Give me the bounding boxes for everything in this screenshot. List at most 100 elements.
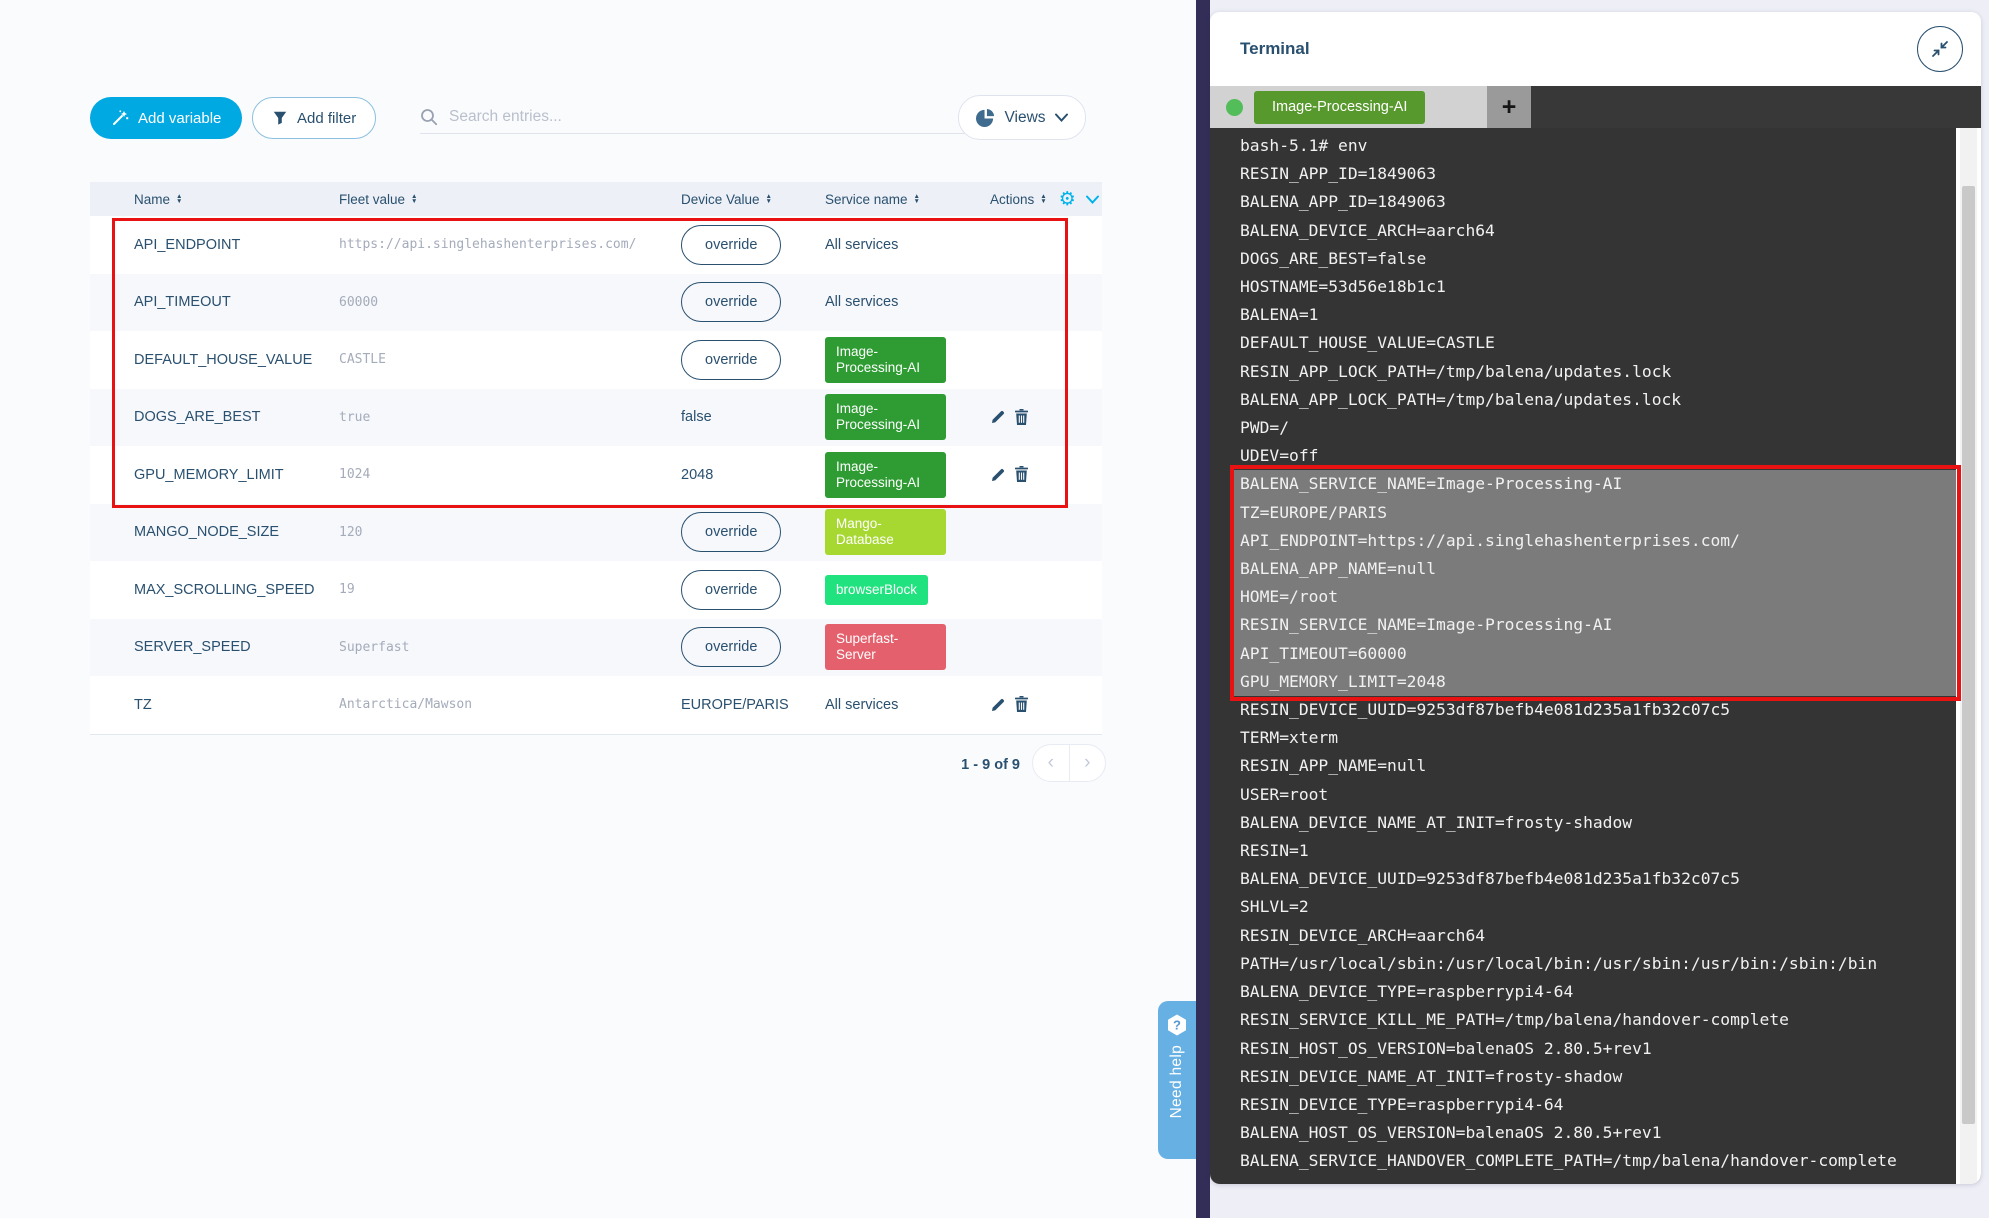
sort-icon[interactable]: ▲▼ [411, 194, 417, 205]
add-variable-label: Add variable [138, 110, 221, 127]
scrollbar-thumb[interactable] [1962, 186, 1975, 1124]
terminal-line: SHLVL=2 [1240, 893, 1960, 921]
table-row: DEFAULT_HOUSE_VALUECASTLEoverrideImage-P… [90, 331, 1102, 389]
terminal-output[interactable]: bash-5.1# envRESIN_APP_ID=1849063BALENA_… [1210, 128, 1981, 1184]
previous-page-button[interactable]: ‹ [1033, 745, 1070, 781]
sort-icon[interactable]: ▲▼ [1040, 194, 1046, 205]
collapse-terminal-button[interactable] [1917, 26, 1963, 72]
panel-divider [1196, 0, 1210, 1218]
chevron-down-icon[interactable] [1086, 195, 1099, 204]
edit-pencil-icon[interactable] [990, 467, 1006, 483]
variable-name: MANGO_NODE_SIZE [90, 524, 339, 540]
variable-name: API_TIMEOUT [90, 294, 339, 310]
variable-name: GPU_MEMORY_LIMIT [90, 467, 339, 483]
sort-icon[interactable]: ▲▼ [176, 194, 182, 205]
table-row: API_TIMEOUT60000override All services [90, 274, 1102, 332]
override-button[interactable]: override [681, 225, 781, 265]
device-value-text: false [681, 409, 712, 425]
variable-name: DEFAULT_HOUSE_VALUE [90, 352, 339, 368]
table-row: TZAntarctica/MawsonEUROPE/PARISAll servi… [90, 676, 1102, 734]
column-header-service-name: Service name [825, 192, 908, 207]
terminal-line: BALENA_APP_NAME=null [1231, 555, 1960, 583]
delete-trash-icon[interactable] [1014, 696, 1029, 713]
fleet-value-cell: 1024 [339, 467, 681, 482]
override-button[interactable]: override [681, 340, 781, 380]
terminal-line: BALENA_SERVICE_NAME=Image-Processing-AI [1231, 470, 1960, 498]
service-name-cell: All services [825, 294, 990, 310]
service-name-text: All services [825, 697, 898, 713]
pagination-controls: ‹ › [1032, 744, 1106, 782]
views-button[interactable]: Views [958, 95, 1086, 140]
service-name-cell: Mango-Database [825, 509, 990, 555]
add-variable-button[interactable]: Add variable [90, 97, 242, 139]
override-button[interactable]: override [681, 570, 781, 610]
sort-icon[interactable]: ▲▼ [914, 194, 920, 205]
terminal-line: RESIN_APP_ID=1849063 [1240, 160, 1960, 188]
service-badge: browserBlock [825, 575, 928, 605]
terminal-scrollbar-area [1956, 128, 1981, 1184]
edit-pencil-icon[interactable] [990, 697, 1006, 713]
row-actions [990, 466, 1102, 483]
service-badge: Image-Processing-AI [825, 394, 946, 440]
override-button[interactable]: override [681, 512, 781, 552]
table-row: DOGS_ARE_BESTtruefalseImage-Processing-A… [90, 389, 1102, 447]
new-terminal-tab-button[interactable]: + [1487, 86, 1531, 128]
terminal-line: BALENA_APP_ID=1849063 [1240, 188, 1960, 216]
terminal-line: RESIN_DEVICE_UUID=9253df87befb4e081d235a… [1240, 696, 1960, 724]
add-filter-label: Add filter [297, 110, 356, 127]
service-name-cell: Image-Processing-AI [825, 452, 990, 498]
terminal-tab-strip: Image-Processing-AI [1210, 86, 1487, 128]
override-button[interactable]: override [681, 282, 781, 322]
variables-table: Name ▲▼ Fleet value ▲▼ Device Value ▲▼ S… [90, 182, 1102, 735]
delete-trash-icon[interactable] [1014, 409, 1029, 426]
delete-trash-icon[interactable] [1014, 466, 1029, 483]
fleet-value-cell: https://api.singlehashenterprises.com/ [339, 237, 681, 252]
terminal-line: HOME=/root [1231, 583, 1960, 611]
device-value-cell: override [681, 225, 825, 265]
column-settings-gear-icon[interactable]: ⚙ [1059, 190, 1076, 209]
service-badge: Mango-Database [825, 509, 946, 555]
service-name-cell: All services [825, 697, 990, 713]
terminal-line: GPU_MEMORY_LIMIT=2048 [1231, 668, 1960, 696]
next-page-button[interactable]: › [1070, 745, 1106, 781]
search-field [420, 100, 980, 134]
terminal-line: UDEV=off [1240, 442, 1960, 470]
terminal-line: RESIN_APP_NAME=null [1240, 752, 1960, 780]
terminal-tab-bar: Image-Processing-AI + [1210, 86, 1981, 128]
override-button[interactable]: override [681, 627, 781, 667]
fleet-value-cell: 19 [339, 582, 681, 597]
service-name-cell: browserBlock [825, 575, 990, 605]
magic-wand-icon [111, 109, 129, 127]
search-input[interactable] [449, 108, 980, 126]
terminal-line: USER=root [1240, 781, 1960, 809]
terminal-line: BALENA_HOST_OS_VERSION=balenaOS 2.80.5+r… [1240, 1119, 1960, 1147]
terminal-line: RESIN=1 [1240, 837, 1960, 865]
fleet-value: Antarctica/Mawson [339, 697, 472, 712]
fleet-value-cell: 60000 [339, 295, 681, 310]
variable-name: DOGS_ARE_BEST [90, 409, 339, 425]
variables-panel: Add variable Add filter Views [0, 0, 1196, 1218]
column-header-fleet-value: Fleet value [339, 192, 405, 207]
service-name-cell: All services [825, 237, 990, 253]
service-name-cell: Image-Processing-AI [825, 394, 990, 440]
row-actions [990, 409, 1102, 426]
terminal-line: PATH=/usr/local/sbin:/usr/local/bin:/usr… [1240, 950, 1960, 978]
sort-icon[interactable]: ▲▼ [766, 194, 772, 205]
table-row: MANGO_NODE_SIZE120 override Mango-Database [90, 504, 1102, 562]
add-filter-button[interactable]: Add filter [252, 97, 376, 139]
edit-pencil-icon[interactable] [990, 409, 1006, 425]
device-value-cell: override [681, 340, 825, 380]
device-value-cell: override [681, 512, 825, 552]
terminal-tab-image-processing-ai[interactable]: Image-Processing-AI [1254, 91, 1425, 124]
terminal-line: RESIN_DEVICE_TYPE=raspberrypi4-64 [1240, 1091, 1960, 1119]
fleet-value: 120 [339, 525, 362, 540]
service-status-dot [1226, 99, 1243, 116]
filter-funnel-icon [272, 110, 288, 126]
table-row: GPU_MEMORY_LIMIT10242048Image-Processing… [90, 446, 1102, 504]
terminal-line: BALENA_APP_LOCK_PATH=/tmp/balena/updates… [1240, 386, 1960, 414]
table-row: API_ENDPOINThttps://api.singlehashenterp… [90, 216, 1102, 274]
terminal-line: RESIN_APP_LOCK_PATH=/tmp/balena/updates.… [1240, 358, 1960, 386]
terminal-line: HOSTNAME=53d56e18b1c1 [1240, 273, 1960, 301]
table-row: SERVER_SPEEDSuperfastoverrideSuperfast-S… [90, 619, 1102, 677]
need-help-tab[interactable]: ? Need help [1158, 1001, 1196, 1159]
